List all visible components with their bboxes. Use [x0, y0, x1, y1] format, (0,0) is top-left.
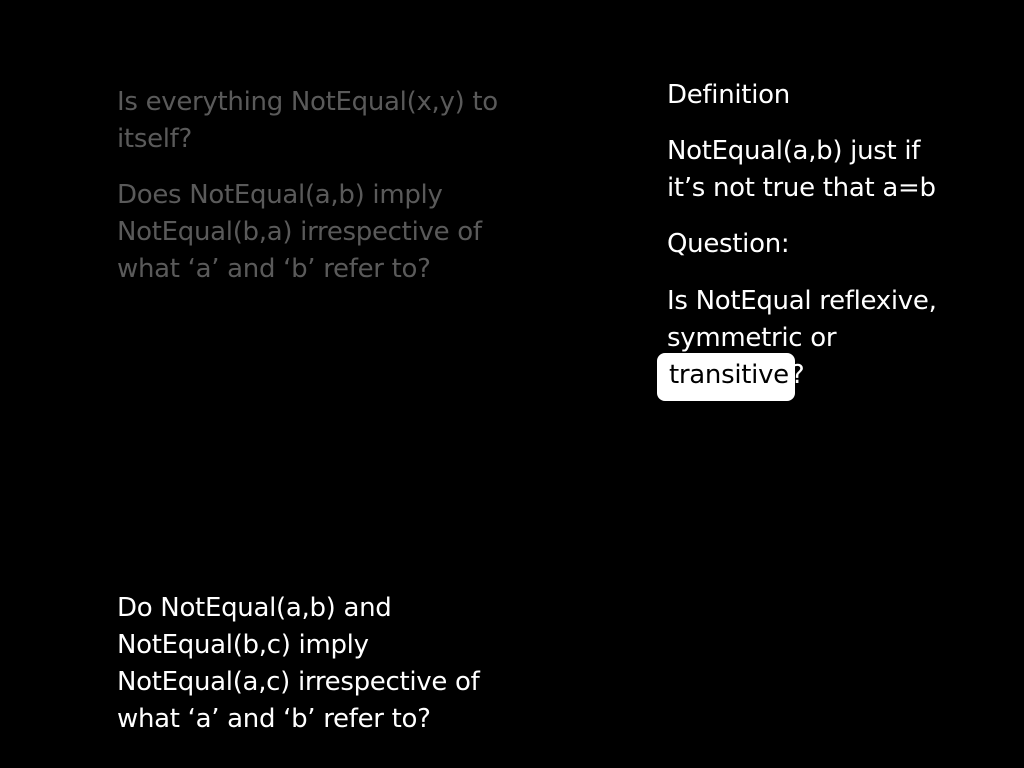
text-line: what ‘a’ and ‘b’ refer to? [117, 254, 431, 284]
text-line: it’s not true that a=b [667, 173, 936, 203]
definition-heading: Definition [667, 80, 790, 110]
text-line: NotEqual(a,b) just if [667, 136, 921, 166]
text-line: NotEqual(b,a) irrespective of [117, 217, 482, 247]
text-line: Does NotEqual(a,b) imply [117, 180, 443, 210]
question-reflexive: Is everything NotEqual(x,y) to itself? [117, 84, 498, 158]
text-line: what ‘a’ and ‘b’ refer to? [117, 704, 431, 734]
question-text: Is NotEqual reflexive, symmetric or tran… [657, 283, 937, 401]
text-line: Is everything NotEqual(x,y) to [117, 87, 498, 117]
text-line: Do NotEqual(a,b) and [117, 593, 392, 623]
definition-text: NotEqual(a,b) just if it’s not true that… [667, 133, 936, 207]
text-line: NotEqual(b,c) imply [117, 630, 369, 660]
highlight-line: transitive ? [657, 353, 937, 401]
text-line: itself? [117, 124, 193, 154]
question-transitive: Do NotEqual(a,b) and NotEqual(b,c) imply… [117, 590, 480, 738]
text-line: symmetric or [667, 323, 837, 353]
text-line: Is NotEqual reflexive, [667, 286, 937, 316]
question-symmetric: Does NotEqual(a,b) imply NotEqual(b,a) i… [117, 177, 482, 288]
text-line: NotEqual(a,c) irrespective of [117, 667, 480, 697]
highlighted-word: transitive [669, 360, 789, 390]
question-heading: Question: [667, 229, 790, 259]
highlight-wrap: transitive [657, 353, 795, 401]
